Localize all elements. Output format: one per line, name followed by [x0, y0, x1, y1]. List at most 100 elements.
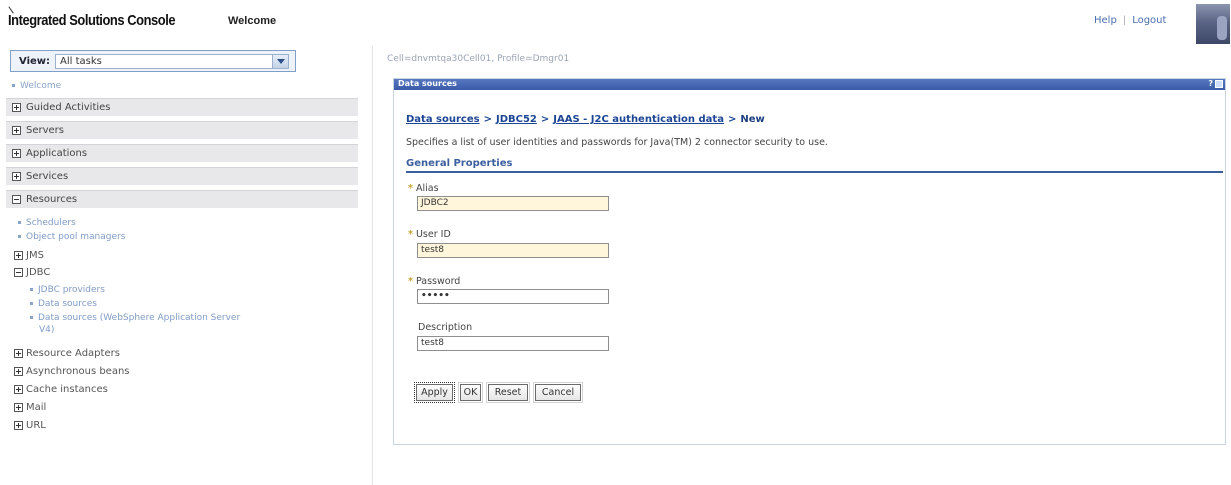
expand-icon[interactable]: [14, 348, 23, 358]
link-separator: |: [1122, 15, 1127, 26]
top-links: Help | Logout: [1094, 15, 1166, 26]
sidebar-item-label: Resources: [26, 194, 78, 205]
password-label-text: Password: [415, 276, 461, 287]
sidebar-item-schedulers[interactable]: Schedulers: [18, 218, 76, 228]
sidebar-item-resources[interactable]: Resources: [6, 190, 358, 208]
product-logo-image: [1196, 4, 1230, 44]
expand-icon[interactable]: [14, 250, 23, 260]
password-label: * Password: [408, 276, 460, 287]
panel-header: Data sources ?: [394, 79, 1225, 90]
sidebar-item-jdbc[interactable]: JDBC: [14, 267, 50, 278]
view-select-value: All tasks: [60, 56, 102, 67]
password-input[interactable]: •••••: [417, 289, 609, 304]
ok-button[interactable]: OK: [458, 382, 483, 403]
breadcrumb-jaas[interactable]: JAAS - J2C authentication data: [553, 114, 724, 125]
bullet-icon: [18, 221, 21, 224]
sidebar-item-asynchronous-beans[interactable]: Asynchronous beans: [14, 366, 130, 377]
sidebar-item-label: Guided Activities: [26, 102, 111, 113]
userid-label: * User ID: [408, 229, 451, 240]
sidebar-item-guided-activities[interactable]: Guided Activities: [6, 98, 358, 116]
view-select[interactable]: All tasks: [55, 54, 289, 69]
sidebar-item-applications[interactable]: Applications: [6, 144, 358, 162]
panel-title: Data sources: [398, 79, 457, 88]
breadcrumb-jdbc52[interactable]: JDBC52: [496, 114, 537, 125]
sidebar-item-label: Object pool managers: [26, 232, 126, 242]
required-marker: *: [408, 229, 413, 240]
sidebar-item-services[interactable]: Services: [6, 167, 358, 185]
required-marker: *: [408, 183, 413, 194]
description-input[interactable]: test8: [417, 336, 609, 351]
expand-icon[interactable]: [12, 103, 21, 112]
sidebar-item-label: JDBC: [26, 267, 51, 278]
breadcrumb-separator: >: [483, 114, 492, 125]
sidebar-item-data-sources-v4-cont[interactable]: V4): [39, 325, 54, 335]
expand-icon[interactable]: [14, 366, 23, 376]
pane-divider[interactable]: [372, 46, 373, 485]
expand-icon[interactable]: [12, 126, 21, 135]
sidebar-item-label: JDBC providers: [38, 285, 105, 295]
sidebar-item-label: Mail: [26, 402, 47, 413]
data-sources-panel: Data sources ? Data sources > JDBC52 > JAAS …: [393, 78, 1226, 445]
sidebar-item-label: URL: [26, 420, 46, 431]
sidebar-item-label: Welcome: [20, 81, 62, 91]
bullet-icon: [30, 288, 33, 291]
cancel-button[interactable]: Cancel: [533, 382, 583, 403]
alias-input[interactable]: JDBC2: [417, 196, 609, 211]
sidebar-item-label: Data sources: [38, 299, 97, 309]
apply-button[interactable]: Apply: [414, 382, 455, 403]
sidebar-item-jdbc-providers[interactable]: JDBC providers: [30, 285, 105, 295]
sidebar-item-servers[interactable]: Servers: [6, 121, 358, 139]
expand-icon[interactable]: [12, 172, 21, 181]
bullet-icon: [18, 235, 21, 238]
collapse-icon[interactable]: [14, 267, 23, 277]
required-marker: *: [408, 276, 413, 287]
logout-link[interactable]: Logout: [1132, 15, 1166, 26]
section-divider: [406, 171, 1223, 173]
userid-input[interactable]: test8: [417, 243, 609, 258]
chevron-down-icon[interactable]: [272, 55, 288, 68]
sidebar-item-label: Resource Adapters: [26, 348, 120, 359]
sidebar-item-label: Schedulers: [26, 218, 76, 228]
breadcrumb-data-sources[interactable]: Data sources: [406, 114, 480, 125]
expand-icon[interactable]: [14, 420, 23, 430]
sidebar-item-label: Asynchronous beans: [26, 366, 130, 377]
sidebar-item-resource-adapters[interactable]: Resource Adapters: [14, 348, 120, 359]
sidebar-item-data-sources[interactable]: Data sources: [30, 299, 97, 309]
bullet-icon: [30, 316, 33, 319]
help-icon[interactable]: ?: [1208, 79, 1213, 88]
welcome-label: Welcome: [228, 15, 277, 27]
sidebar-item-object-pool-managers[interactable]: Object pool managers: [18, 232, 125, 242]
page-description: Specifies a list of user identities and …: [406, 137, 828, 148]
sidebar-item-label: V4): [39, 325, 55, 335]
sidebar-item-cache-instances[interactable]: Cache instances: [14, 384, 108, 395]
breadcrumb: Data sources > JDBC52 > JAAS - J2C authentic…: [406, 114, 765, 125]
sidebar-item-label: Services: [26, 171, 69, 182]
sidebar-item-label: Servers: [26, 125, 65, 136]
sidebar-item-jms[interactable]: JMS: [14, 250, 44, 261]
expand-icon[interactable]: [12, 149, 21, 158]
section-title: General Properties: [406, 158, 513, 169]
reset-button[interactable]: Reset: [486, 382, 530, 403]
bullet-icon: [12, 84, 15, 87]
top-banner: Integrated Solutions Console Welcome Hel…: [0, 0, 1231, 45]
view-label: View:: [19, 56, 51, 67]
description-label: Description: [418, 322, 473, 333]
view-filter: View: All tasks: [10, 50, 296, 72]
breadcrumb-current: New: [740, 114, 765, 125]
collapse-icon[interactable]: [12, 195, 21, 204]
app-title: Integrated Solutions Console: [8, 12, 176, 29]
expand-icon[interactable]: [14, 402, 23, 412]
minimize-icon[interactable]: [1215, 80, 1223, 88]
sidebar-item-url[interactable]: URL: [14, 420, 46, 431]
sidebar-item-label: Cache instances: [26, 384, 108, 395]
expand-icon[interactable]: [14, 384, 23, 394]
breadcrumb-separator: >: [727, 114, 737, 125]
sidebar-item-welcome[interactable]: Welcome: [12, 81, 61, 91]
bullet-icon: [30, 302, 33, 305]
help-link[interactable]: Help: [1094, 15, 1117, 26]
sidebar-item-label: Data sources (WebSphere Application Serv…: [38, 313, 241, 323]
userid-label-text: User ID: [415, 229, 451, 240]
alias-label: * Alias: [408, 183, 439, 194]
sidebar-item-data-sources-v4[interactable]: Data sources (WebSphere Application Serv…: [30, 313, 330, 323]
sidebar-item-mail[interactable]: Mail: [14, 402, 46, 413]
